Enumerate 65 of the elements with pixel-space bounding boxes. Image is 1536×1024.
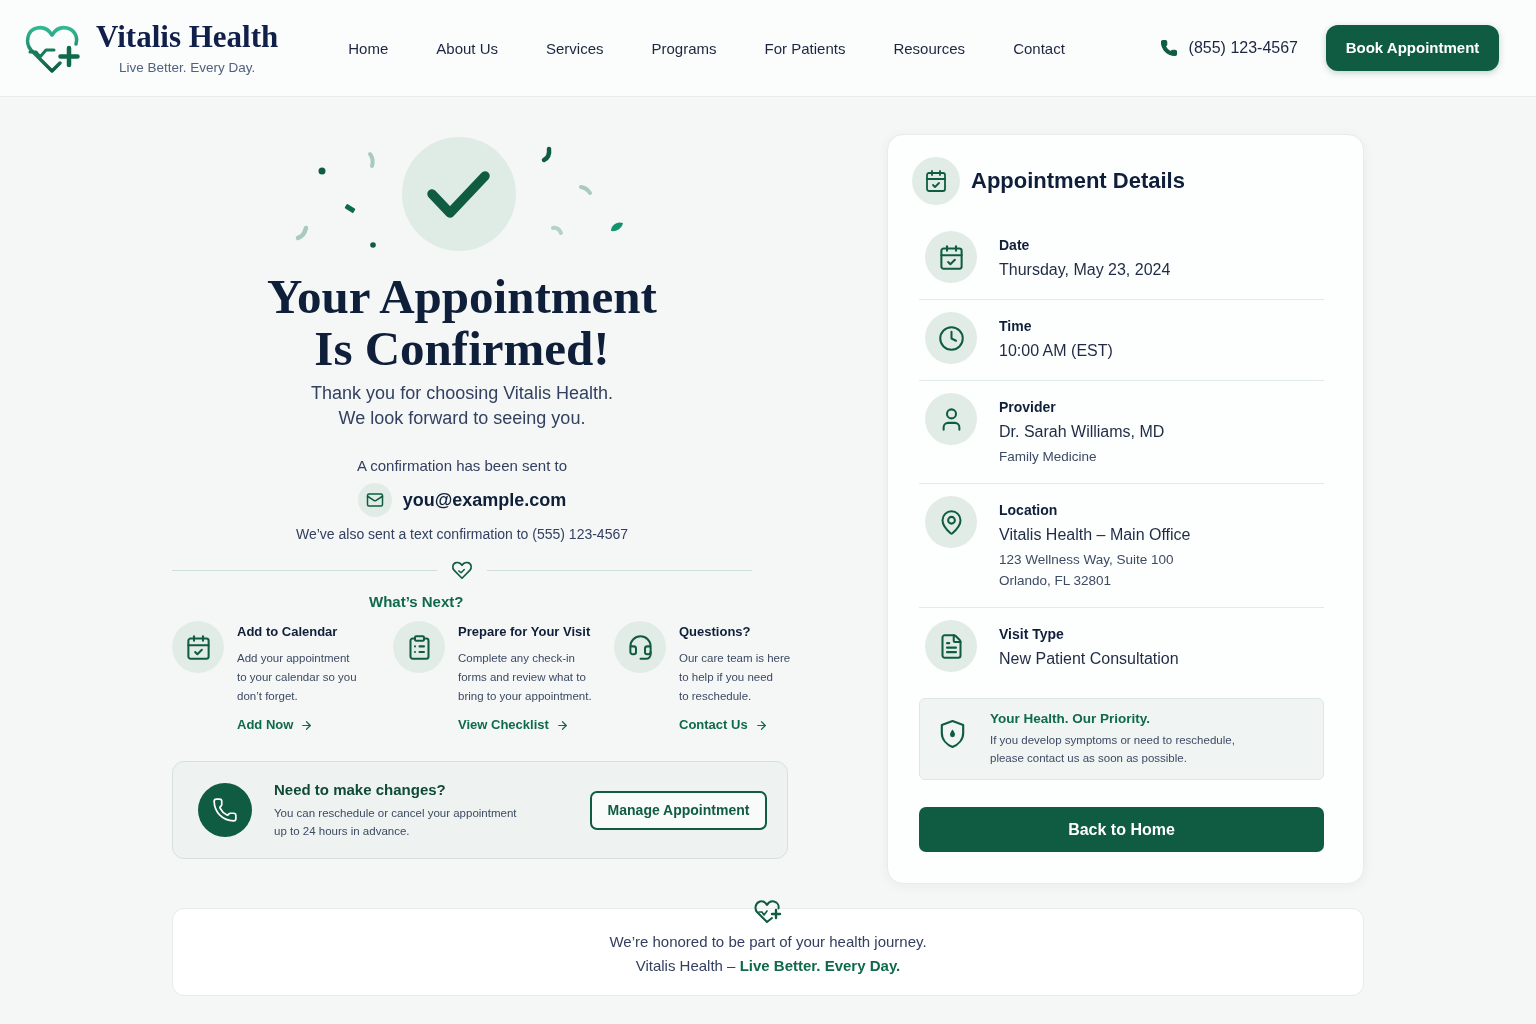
confirmation-title: Your Appointment Is Confirmed! bbox=[267, 271, 657, 375]
person-icon bbox=[925, 393, 977, 445]
heart-plus-icon bbox=[754, 897, 782, 923]
detail-value: New Patient Consultation bbox=[999, 649, 1179, 669]
mail-icon bbox=[357, 483, 392, 517]
changes-title: Need to make changes? bbox=[274, 780, 447, 800]
text-confirmation-note: We’ve also sent a text confirmation to (555) 123-4567 bbox=[295, 525, 628, 544]
footer-text: Vitalis Health – Live Better. Every Day. bbox=[635, 956, 901, 976]
detail-label: Location bbox=[999, 501, 1059, 519]
nav-link[interactable]: For Patients bbox=[764, 39, 846, 59]
detail-label: Provider bbox=[999, 398, 1057, 416]
confirmation-note: A confirmation has been sent to bbox=[356, 456, 568, 476]
map-pin-icon bbox=[925, 496, 977, 548]
detail-note: Family Medicine bbox=[999, 448, 1098, 466]
heart-icon bbox=[451, 559, 473, 581]
detail-label: Visit Type bbox=[999, 625, 1065, 643]
notice-title: Your Health. Our Priority. bbox=[990, 710, 1152, 728]
nav-link[interactable]: Resources bbox=[893, 39, 966, 59]
detail-note: 123 Wellness Way, Suite 100 Orlando, FL 32801 bbox=[999, 551, 1175, 590]
detail-value: Thursday, May 23, 2024 bbox=[999, 260, 1171, 280]
headset-icon bbox=[614, 621, 666, 673]
step-description: Add your appointment to your calendar so you don’t forget. bbox=[237, 651, 357, 704]
phone-link[interactable]: (855) 123-4567 bbox=[1188, 37, 1298, 59]
card-title: Appointment Details bbox=[971, 167, 1185, 195]
arrow-right-icon bbox=[555, 718, 569, 732]
brand-name: Vitalis Health bbox=[96, 19, 279, 55]
nav-link[interactable]: Home bbox=[348, 39, 389, 59]
clock-icon bbox=[925, 312, 977, 364]
nav-link[interactable]: Services bbox=[546, 39, 604, 59]
section-heading: What’s Next? bbox=[369, 592, 464, 612]
phone-icon bbox=[198, 783, 252, 837]
calendar-icon bbox=[912, 157, 960, 205]
detail-value: Vitalis Health – Main Office bbox=[999, 525, 1191, 545]
email-address: you@example.com bbox=[402, 489, 567, 512]
step-link[interactable]: Add Now bbox=[237, 716, 314, 734]
book-appointment-button[interactable]: Book Appointment bbox=[1326, 25, 1499, 71]
detail-label: Time bbox=[999, 317, 1033, 335]
calendar-icon bbox=[172, 621, 224, 673]
notice-text: If you develop symptoms or need to reschedule, please contact us as soon as possible. bbox=[990, 733, 1235, 766]
step-link[interactable]: View Checklist bbox=[458, 716, 569, 734]
back-to-home-button[interactable]: Back to Home bbox=[919, 807, 1324, 852]
shield-icon bbox=[939, 719, 966, 749]
calendar-icon bbox=[925, 231, 977, 283]
thank-you-message: Thank you for choosing Vitalis Health. We look forward to seeing you. bbox=[311, 382, 613, 430]
step-title: Questions? bbox=[679, 623, 752, 641]
nav-link[interactable]: About Us bbox=[436, 39, 498, 59]
footer-text: We’re honored to be part of your health journey. bbox=[609, 932, 927, 952]
nav-link[interactable]: Contact bbox=[1013, 39, 1065, 59]
phone-icon bbox=[1159, 39, 1178, 57]
arrow-right-icon bbox=[754, 718, 768, 732]
clipboard-icon bbox=[393, 621, 445, 673]
detail-value: 10:00 AM (EST) bbox=[999, 341, 1113, 361]
step-description: Complete any check-in forms and review what to bring to your appointment. bbox=[458, 651, 592, 704]
document-icon bbox=[925, 620, 977, 672]
step-title: Add to Calendar bbox=[237, 623, 339, 641]
step-title: Prepare for Your Visit bbox=[458, 623, 592, 641]
detail-label: Date bbox=[999, 236, 1031, 254]
nav-link[interactable]: Programs bbox=[651, 39, 717, 59]
step-link[interactable]: Contact Us bbox=[679, 716, 768, 734]
arrow-right-icon bbox=[300, 718, 314, 732]
step-description: Our care team is here to help if you need to reschedule. bbox=[679, 651, 791, 704]
manage-appointment-button[interactable]: Manage Appointment bbox=[590, 790, 767, 830]
brand-tagline: Live Better. Every Day. bbox=[118, 59, 256, 77]
changes-description: You can reschedule or cancel your appointment up to 24 hours in advance. bbox=[274, 806, 517, 839]
detail-value: Dr. Sarah Williams, MD bbox=[999, 422, 1165, 442]
